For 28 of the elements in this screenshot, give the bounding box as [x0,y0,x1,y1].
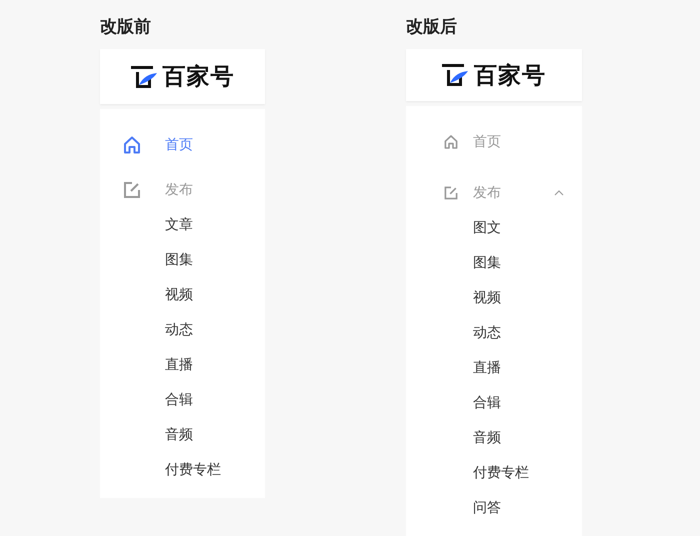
logo-icon [442,63,468,87]
submenu-item[interactable]: 视频 [100,278,265,313]
submenu-item[interactable]: 文章 [100,208,265,243]
submenu-item[interactable]: 音频 [406,421,582,456]
submenu-item[interactable]: 合辑 [100,383,265,418]
submenu-item[interactable]: 图集 [406,246,582,281]
submenu-item[interactable]: 直播 [100,348,265,383]
logo-icon [130,64,156,88]
submenu-item[interactable]: 直播 [406,351,582,386]
submenu-item[interactable]: 动态 [100,313,265,348]
submenu-item[interactable]: 音频 [100,418,265,453]
submenu-item[interactable]: 图文 [406,211,582,246]
submenu-item[interactable]: 问答 [406,491,582,526]
submenu-item[interactable]: 图集 [100,243,265,278]
submenu-item[interactable]: 付费专栏 [406,456,582,491]
panel-title: 改版后 [406,16,458,39]
edit-icon [443,185,459,201]
home-icon [122,135,142,155]
logo-text: 百家号 [162,63,234,92]
logo-text: 百家号 [474,62,546,90]
submenu-item[interactable]: 付费专栏 [100,453,265,488]
submenu-item[interactable]: 合辑 [406,386,582,421]
menu-item[interactable]: 首页 [100,131,265,159]
home-icon [443,134,459,150]
panel-title: 改版前 [100,16,152,39]
edit-icon [122,180,142,200]
submenu-item[interactable]: 动态 [406,316,582,351]
submenu-item[interactable]: 视频 [406,281,582,316]
